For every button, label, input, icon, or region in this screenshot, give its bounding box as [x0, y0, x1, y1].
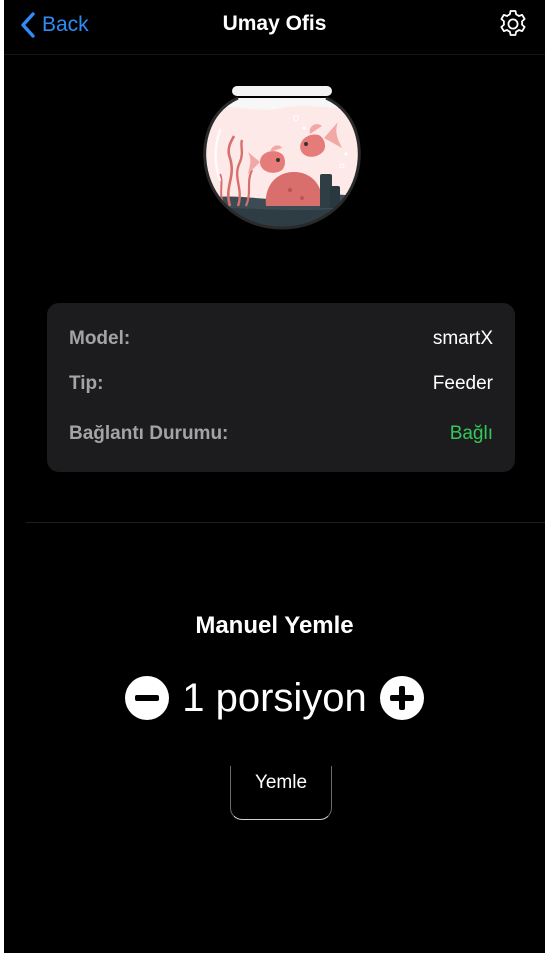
info-label: Model:	[69, 328, 131, 349]
minus-circle-icon[interactable]	[124, 675, 170, 721]
gear-icon[interactable]	[497, 8, 529, 40]
info-value: smartX	[432, 328, 493, 349]
portion-stepper: 1 porsiyon	[4, 668, 545, 728]
plus-circle-icon[interactable]	[379, 675, 425, 721]
feed-button[interactable]: Yemle	[230, 766, 332, 820]
fish-bowl-illustration	[203, 86, 361, 230]
section-divider	[26, 522, 545, 523]
info-row-connection: Bağlantı Durumu: Bağlı	[69, 421, 493, 447]
portion-value: 1 porsiyon	[182, 676, 367, 720]
info-value: Feeder	[432, 373, 493, 394]
navigation-bar: Back Umay Ofis	[4, 0, 545, 55]
info-row-type: Tip: Feeder	[69, 371, 493, 397]
page-title: Umay Ofis	[222, 12, 327, 35]
manual-feed-title: Manuel Yemle	[195, 612, 354, 639]
info-row-model: Model: smartX	[69, 326, 493, 352]
info-label: Bağlantı Durumu:	[69, 423, 229, 444]
app-screen: Back Umay Ofis Model: smartX Tip: Feeder…	[4, 0, 545, 953]
info-label: Tip:	[69, 373, 104, 394]
status-badge: Bağlı	[449, 423, 493, 444]
